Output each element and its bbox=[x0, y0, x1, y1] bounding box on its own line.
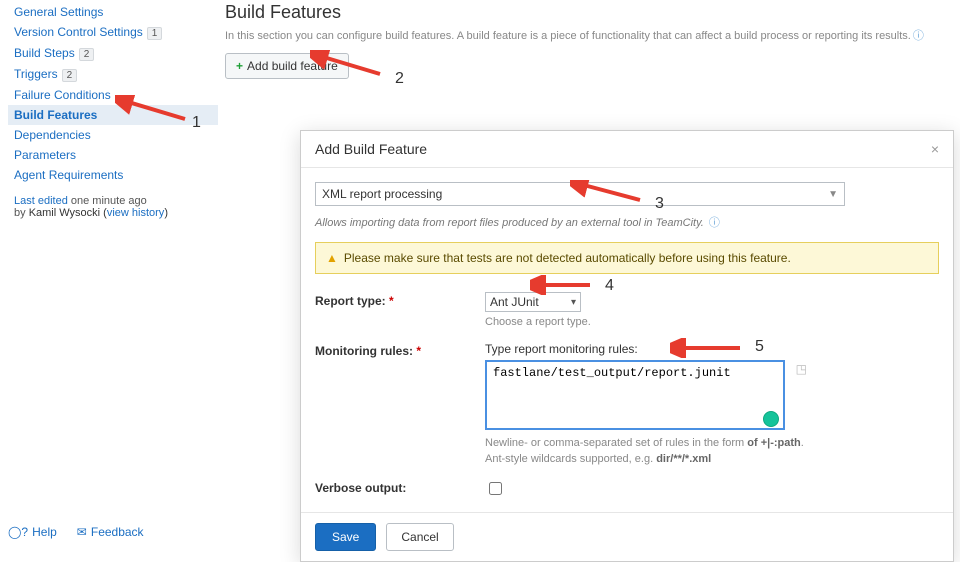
dialog-footer: Save Cancel bbox=[301, 512, 953, 561]
monitoring-hint-1: Newline- or comma-separated set of rules… bbox=[485, 437, 939, 449]
verbose-output-label: Verbose output: bbox=[315, 479, 485, 498]
expand-icon[interactable]: ◳ bbox=[796, 362, 807, 376]
last-edited-link[interactable]: Last edited bbox=[14, 195, 68, 207]
page-footer: ◯?Help ✉Feedback bbox=[8, 525, 144, 539]
main-content: Build Features In this section you can c… bbox=[225, 2, 952, 79]
sidebar-item-dependencies[interactable]: Dependencies bbox=[8, 125, 218, 145]
page-description: In this section you can configure build … bbox=[225, 27, 952, 43]
last-edited: Last edited one minute ago by Kamil Wyso… bbox=[8, 195, 218, 219]
verbose-output-checkbox[interactable] bbox=[489, 482, 502, 495]
report-type-select[interactable]: Ant JUnit ▾ bbox=[485, 292, 581, 312]
badge: 2 bbox=[62, 69, 78, 82]
monitoring-field-label: Type report monitoring rules: bbox=[485, 342, 939, 356]
feature-type-dropdown[interactable]: XML report processing ▼ bbox=[315, 182, 845, 206]
badge: 2 bbox=[79, 48, 95, 61]
warning-icon: ▲ bbox=[326, 251, 338, 265]
monitoring-rules-textarea[interactable] bbox=[485, 360, 785, 430]
sidebar-item-build-steps[interactable]: Build Steps2 bbox=[8, 43, 218, 64]
sidebar-item-vcs[interactable]: Version Control Settings1 bbox=[8, 22, 218, 43]
monitoring-hint-2: Ant-style wildcards supported, e.g. dir/… bbox=[485, 453, 939, 465]
report-type-label: Report type: * bbox=[315, 292, 485, 328]
sidebar-item-agent-req[interactable]: Agent Requirements bbox=[8, 165, 218, 185]
plus-icon: + bbox=[236, 59, 243, 73]
close-icon[interactable]: × bbox=[931, 141, 939, 157]
add-build-feature-dialog: Add Build Feature × XML report processin… bbox=[300, 130, 954, 562]
badge: 1 bbox=[147, 27, 163, 40]
page-title: Build Features bbox=[225, 2, 952, 23]
feedback-link[interactable]: ✉Feedback bbox=[77, 525, 144, 539]
report-type-hint: Choose a report type. bbox=[485, 316, 939, 328]
sidebar-item-triggers[interactable]: Triggers2 bbox=[8, 64, 218, 85]
cancel-button[interactable]: Cancel bbox=[386, 523, 453, 551]
sidebar: General Settings Version Control Setting… bbox=[8, 2, 218, 219]
save-button[interactable]: Save bbox=[315, 523, 376, 551]
feedback-icon: ✉ bbox=[77, 525, 87, 539]
help-icon[interactable]: ⓘ bbox=[913, 27, 924, 43]
sidebar-item-build-features[interactable]: Build Features bbox=[8, 105, 218, 125]
sidebar-item-failure[interactable]: Failure Conditions bbox=[8, 85, 218, 105]
monitoring-rules-label: Monitoring rules: * bbox=[315, 342, 485, 465]
help-link[interactable]: ◯?Help bbox=[8, 525, 57, 539]
help-icon[interactable]: ⓘ bbox=[709, 214, 720, 230]
help-icon: ◯? bbox=[8, 525, 28, 539]
feature-description: Allows importing data from report files … bbox=[315, 214, 939, 230]
select-caret-icon: ▾ bbox=[571, 297, 576, 308]
view-history-link[interactable]: view history bbox=[107, 207, 164, 219]
grammarly-icon[interactable] bbox=[763, 411, 779, 427]
chevron-down-icon: ▼ bbox=[828, 189, 838, 200]
dialog-header: Add Build Feature × bbox=[301, 131, 953, 168]
dialog-title: Add Build Feature bbox=[315, 141, 427, 157]
sidebar-item-parameters[interactable]: Parameters bbox=[8, 145, 218, 165]
warning-banner: ▲ Please make sure that tests are not de… bbox=[315, 242, 939, 274]
add-build-feature-button[interactable]: +Add build feature bbox=[225, 53, 349, 79]
sidebar-item-general[interactable]: General Settings bbox=[8, 2, 218, 22]
